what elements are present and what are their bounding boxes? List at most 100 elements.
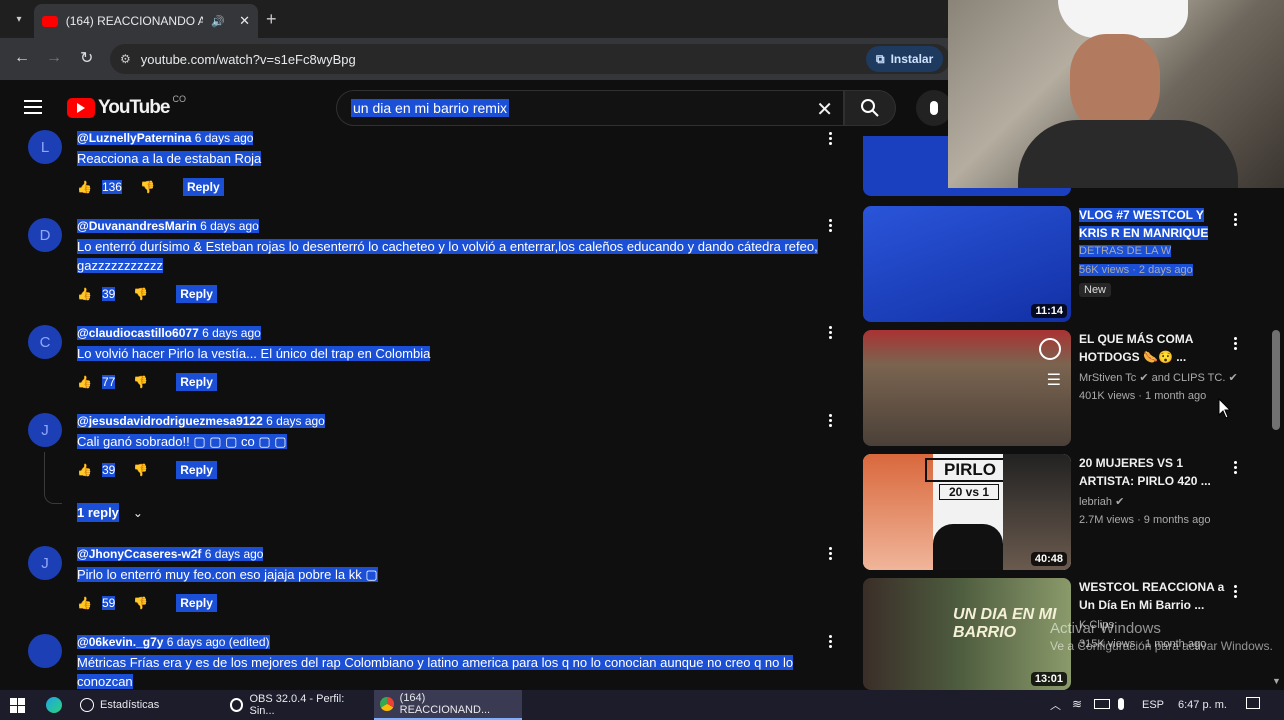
comment-more-icon[interactable]: [825, 634, 835, 650]
thumbnail-text-1: UN DIA EN MI BARRIO: [953, 606, 1057, 641]
video-title[interactable]: WESTCOL REACCIONA a Un Día En Mi Barrio …: [1079, 578, 1229, 614]
video-more-icon[interactable]: [1230, 212, 1240, 228]
video-duration: 40:48: [1030, 552, 1067, 566]
dislike-icon[interactable]: 👎: [133, 375, 148, 389]
like-icon[interactable]: 👍: [77, 180, 92, 194]
avatar[interactable]: J: [28, 546, 62, 580]
watch-later-icon[interactable]: [1039, 338, 1061, 360]
reply-button[interactable]: Reply: [182, 178, 224, 196]
comment-author[interactable]: @JhonyCcaseres-w2f: [77, 547, 201, 561]
comment-header: @JhonyCcaseres-w2f 6 days ago: [77, 547, 264, 561]
search-button[interactable]: [844, 90, 896, 126]
video-channel[interactable]: lebriah ✔: [1079, 495, 1124, 508]
reload-icon[interactable]: ↻: [80, 48, 93, 68]
back-icon[interactable]: ←: [14, 49, 30, 67]
video-item[interactable]: ☰ EL QUE MÁS COMA HOTDOGS 🌭😯 ... MrStive…: [863, 330, 1273, 446]
video-title[interactable]: 20 MUJERES VS 1 ARTISTA: PIRLO 420 ...: [1079, 454, 1229, 490]
comment-more-icon[interactable]: [825, 546, 835, 562]
video-more-icon[interactable]: [1230, 584, 1240, 600]
install-app-button[interactable]: ⧉ Instalar: [866, 46, 944, 72]
like-count: 136: [101, 180, 122, 194]
search-query: un dia en mi barrio remix: [351, 99, 510, 117]
dislike-icon[interactable]: 👎: [140, 180, 155, 194]
install-label: Instalar: [890, 52, 934, 66]
video-thumbnail[interactable]: UN DIA EN MI BARRIO 13:01: [863, 578, 1071, 690]
menu-icon[interactable]: [24, 100, 42, 114]
video-item[interactable]: 11:14 VLOG #7 WESTCOL Y KRIS R EN MANRIQ…: [863, 206, 1273, 322]
start-button[interactable]: [4, 690, 31, 720]
avatar[interactable]: [28, 634, 62, 668]
clear-search-icon[interactable]: ✕: [816, 97, 833, 122]
search-input[interactable]: un dia en mi barrio remix ✕: [336, 90, 844, 126]
add-to-queue-icon[interactable]: ☰: [1047, 370, 1061, 390]
network-icon[interactable]: ≋: [1072, 697, 1082, 711]
like-icon[interactable]: 👍: [77, 463, 92, 477]
taskbar-clock[interactable]: 6:47 p. m.: [1178, 699, 1227, 711]
taskbar-item-estadisticas[interactable]: Estadísticas: [74, 690, 222, 720]
video-thumbnail[interactable]: ☰: [863, 330, 1071, 446]
voice-search-button[interactable]: [916, 90, 952, 126]
dislike-icon[interactable]: 👎: [133, 463, 148, 477]
comment-author[interactable]: @06kevin._g7y: [77, 635, 163, 649]
comment-date[interactable]: 6 days ago: [205, 547, 264, 561]
comment-text-content: Reacciona a la de estaban Roja: [77, 151, 262, 166]
reply-button[interactable]: Reply: [176, 594, 217, 612]
comment-author[interactable]: @jesusdavidrodriguezmesa9122: [77, 414, 263, 428]
webcam-face: [1070, 34, 1160, 134]
taskbar-item-chrome[interactable]: (164) REACCIONAND...: [374, 690, 522, 720]
reply-button[interactable]: Reply: [176, 285, 217, 303]
page-scrollbar[interactable]: [1272, 330, 1280, 430]
avatar[interactable]: J: [28, 413, 62, 447]
video-title[interactable]: VLOG #7 WESTCOL Y KRIS R EN MANRIQUE: [1079, 206, 1229, 242]
video-more-icon[interactable]: [1230, 336, 1240, 352]
comment-date[interactable]: 6 days ago: [202, 326, 261, 340]
avatar[interactable]: L: [28, 130, 62, 164]
video-thumbnail[interactable]: 11:14: [863, 206, 1071, 322]
comment-date[interactable]: 6 days ago: [195, 131, 254, 145]
video-channel[interactable]: DETRAS DE LA W: [1079, 245, 1172, 257]
browser-tab-active[interactable]: (164) REACCIONANDO A LA 🔊 ✕: [34, 4, 258, 38]
video-item[interactable]: PIRLO 20 vs 1 40:48 20 MUJERES VS 1 ARTI…: [863, 454, 1273, 570]
video-title[interactable]: EL QUE MÁS COMA HOTDOGS 🌭😯 ...: [1079, 330, 1229, 366]
dislike-icon[interactable]: 👎: [133, 287, 148, 301]
comment-author[interactable]: @LuznellyPaternina: [77, 131, 191, 145]
notification-icon[interactable]: [1246, 697, 1260, 709]
url-bar[interactable]: ⚙ youtube.com/watch?v=s1eFc8wyBpg: [110, 44, 950, 74]
video-thumbnail[interactable]: PIRLO 20 vs 1 40:48: [863, 454, 1071, 570]
comment-text-content: Lo volvió hacer Pirlo la vestía... El ún…: [77, 346, 431, 361]
comment-author[interactable]: @claudiocastillo6077: [77, 326, 199, 340]
comment-date[interactable]: 6 days ago (edited): [167, 635, 270, 649]
edge-taskbar-icon[interactable]: [40, 690, 68, 720]
comment-more-icon[interactable]: [825, 325, 835, 341]
comment-more-icon[interactable]: [825, 218, 835, 234]
battery-icon[interactable]: [1094, 699, 1110, 709]
dislike-icon[interactable]: 👎: [133, 596, 148, 610]
scroll-down-icon[interactable]: ▼: [1272, 676, 1281, 686]
microphone-tray-icon[interactable]: [1118, 698, 1124, 710]
new-tab-icon[interactable]: +: [266, 9, 277, 30]
like-icon[interactable]: 👍: [77, 596, 92, 610]
language-indicator[interactable]: ESP: [1142, 699, 1164, 711]
like-icon[interactable]: 👍: [77, 375, 92, 389]
reply-button[interactable]: Reply: [176, 461, 217, 479]
avatar[interactable]: D: [28, 218, 62, 252]
video-more-icon[interactable]: [1230, 460, 1240, 476]
comment-more-icon[interactable]: [825, 413, 835, 429]
forward-icon[interactable]: →: [46, 49, 62, 67]
tray-chevron-up-icon[interactable]: ︿: [1050, 697, 1061, 713]
show-replies-button[interactable]: 1 reply ⌄: [77, 503, 143, 522]
tab-search-dropdown[interactable]: ▾: [10, 10, 28, 28]
comment-date[interactable]: 6 days ago: [266, 414, 325, 428]
taskbar-item-obs[interactable]: OBS 32.0.4 - Perfil: Sin...: [224, 690, 372, 720]
like-icon[interactable]: 👍: [77, 287, 92, 301]
site-info-icon[interactable]: ⚙: [120, 52, 131, 66]
avatar[interactable]: C: [28, 325, 62, 359]
reply-button[interactable]: Reply: [176, 373, 217, 391]
comment-date[interactable]: 6 days ago: [200, 219, 259, 233]
youtube-logo[interactable]: YouTube CO: [67, 94, 186, 119]
comment-more-icon[interactable]: [825, 131, 835, 147]
comment-author[interactable]: @DuvanandresMarin: [77, 219, 197, 233]
comment-text: Lo volvió hacer Pirlo la vestía... El ún…: [77, 344, 827, 363]
video-channel[interactable]: MrStiven Tc ✔ and CLIPS TC. ✔: [1079, 371, 1238, 384]
tab-close-icon[interactable]: ✕: [239, 13, 250, 29]
